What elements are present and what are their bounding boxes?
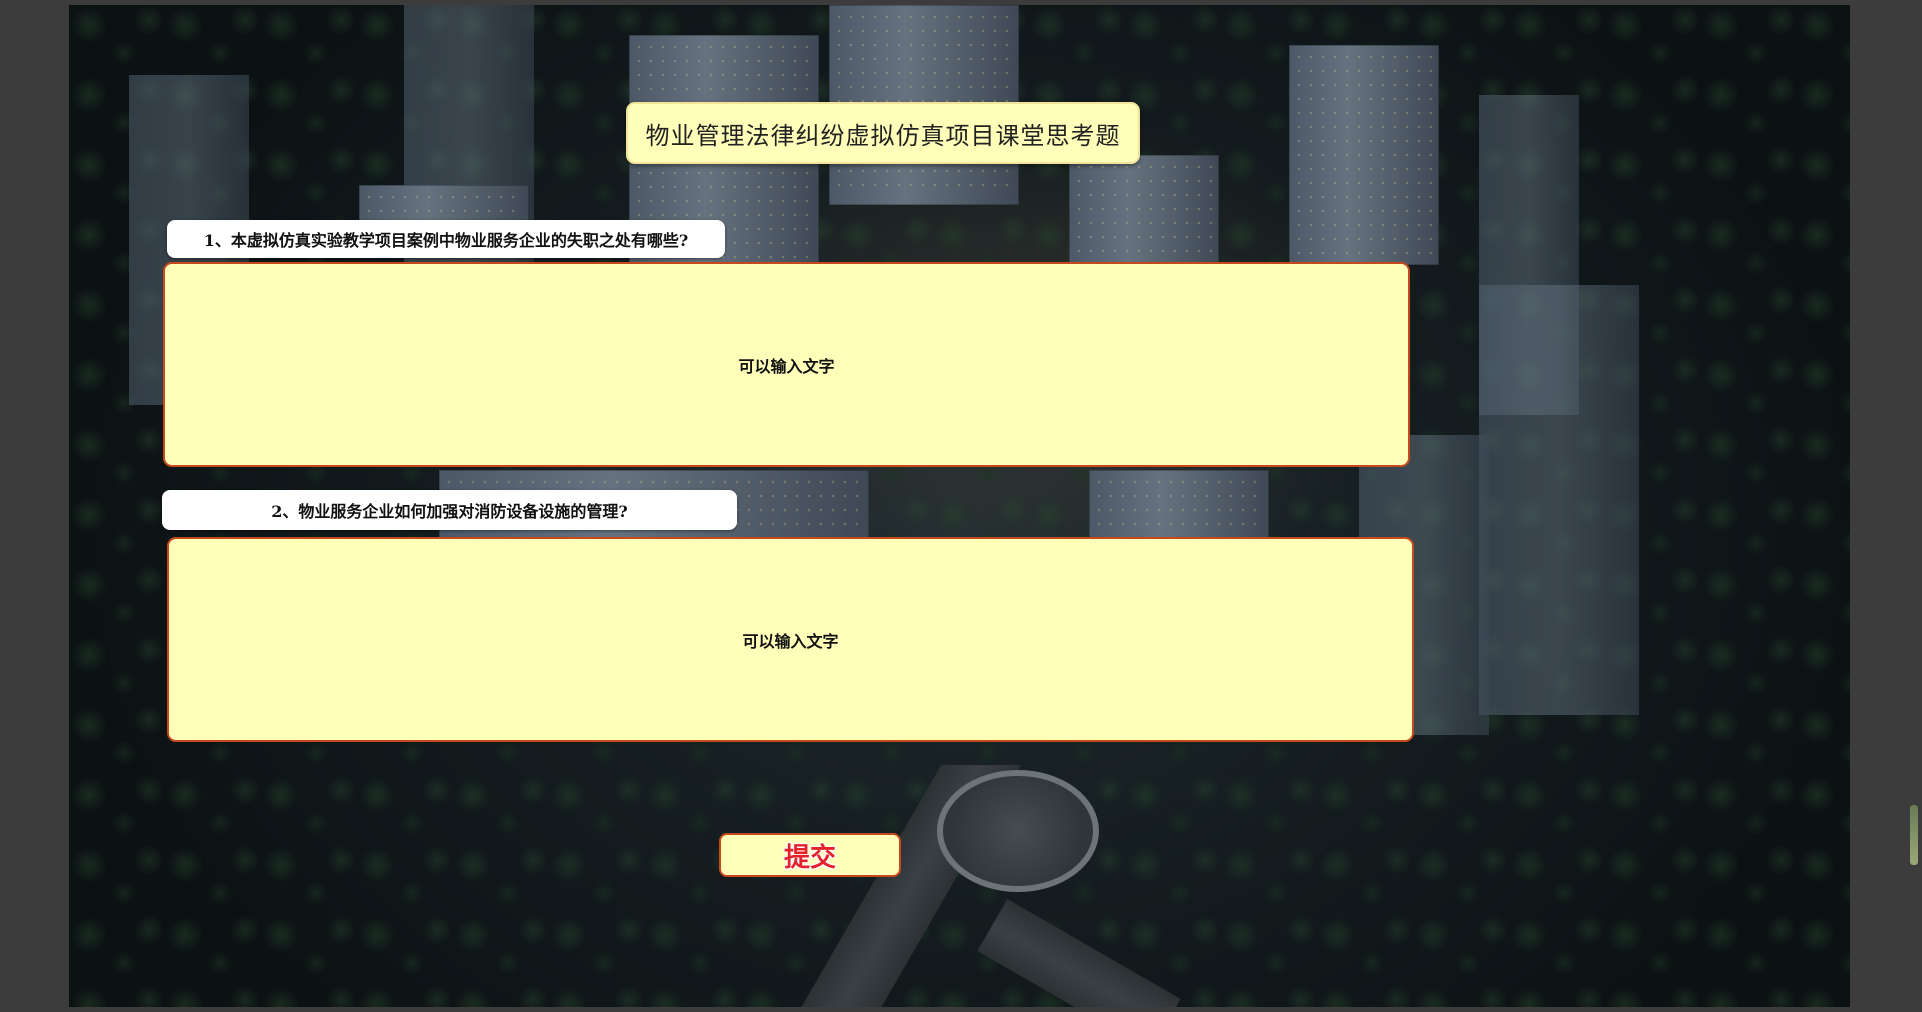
plaza — [937, 770, 1099, 892]
submit-label: 提交 — [783, 842, 836, 873]
page-title: 物业管理法律纠纷虚拟仿真项目课堂思考题 — [645, 121, 1121, 150]
lit-tower — [1069, 155, 1219, 265]
question-1-text: 1、本虚拟仿真实验教学项目案例中物业服务企业的失职之处有哪些? — [203, 231, 689, 250]
answer-1-box[interactable]: 可以输入文字 — [163, 262, 1410, 467]
app-window: 物业管理法律纠纷虚拟仿真项目课堂思考题 1、本虚拟仿真实验教学项目案例中物业服务… — [0, 0, 1922, 1012]
question-1-label: 1、本虚拟仿真实验教学项目案例中物业服务企业的失职之处有哪些? — [167, 220, 725, 258]
question-2-label: 2、物业服务企业如何加强对消防设备设施的管理? — [162, 490, 737, 530]
scroll-handle[interactable] — [1910, 805, 1918, 865]
title-panel: 物业管理法律纠纷虚拟仿真项目课堂思考题 — [626, 102, 1140, 164]
submit-button[interactable]: 提交 — [719, 833, 901, 877]
answer-1-input[interactable] — [165, 264, 1408, 465]
question-2-text: 2、物业服务企业如何加强对消防设备设施的管理? — [271, 502, 628, 521]
answer-2-box[interactable]: 可以输入文字 — [167, 537, 1414, 742]
answer-2-input[interactable] — [169, 539, 1412, 740]
ghost-tower — [1479, 285, 1639, 715]
lit-tower — [1089, 470, 1269, 542]
lit-tower — [1289, 45, 1439, 265]
